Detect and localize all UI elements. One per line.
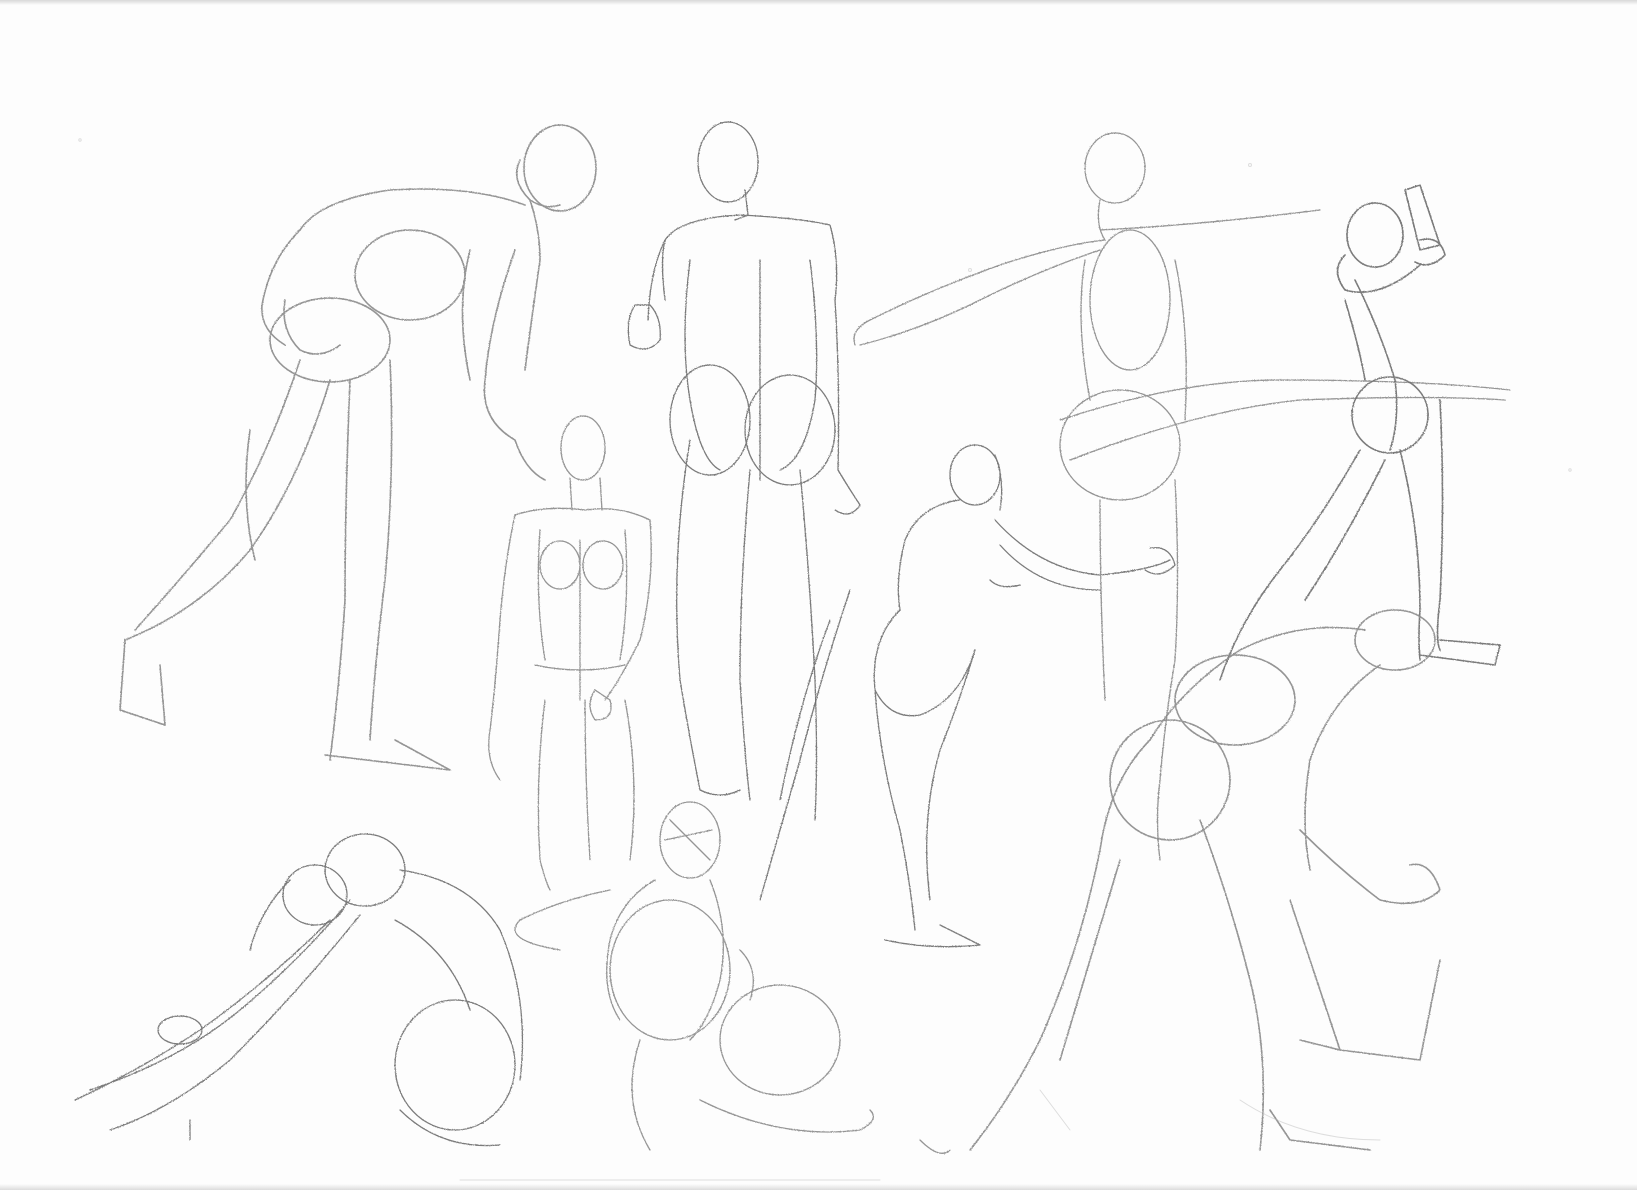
leaning-push-figure [759,444,1176,948]
paper-bottom-edge [0,1184,1637,1190]
crouching-figure [969,609,1441,1151]
construction-lines [78,138,1572,1181]
reaching-figure [853,132,1511,861]
front-standing-figure [488,415,652,891]
reclining-figure [74,833,524,1147]
back-view-figure [627,121,861,821]
bending-figure [119,124,597,771]
kneeling-figure [514,801,951,1154]
camera-figure [1219,184,1501,681]
sketch-sheet [0,0,1637,1190]
gesture-drawings [74,121,1572,1181]
